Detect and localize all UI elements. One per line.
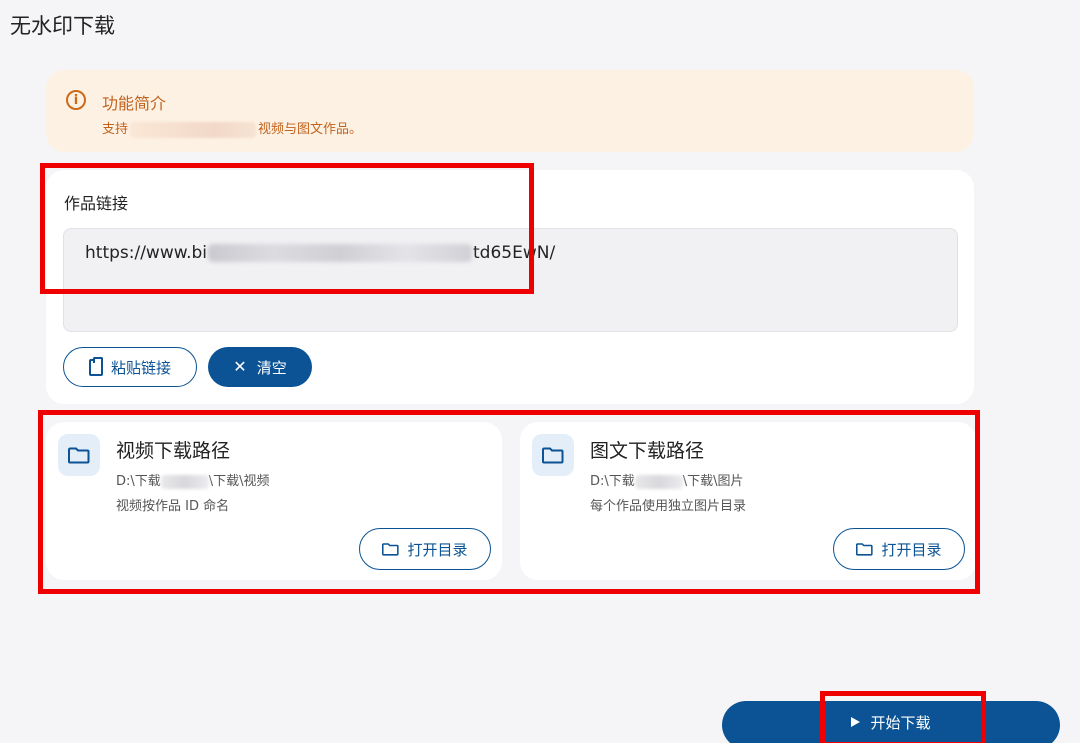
feature-notice: i 功能简介 支持 视频与图文作品。 <box>46 70 974 152</box>
blurred-region <box>160 474 209 489</box>
open-dir-label: 打开目录 <box>407 540 468 559</box>
image-path-title: 图文下载路径 <box>590 440 705 462</box>
link-input[interactable]: https://www.bi td65EwN/ <box>63 228 958 332</box>
folder-icon <box>856 543 874 556</box>
clipboard-icon <box>88 356 103 376</box>
video-path-dir: D:\下载 \下载\视频 <box>116 470 270 489</box>
video-path-note: 视频按作品 ID 命名 <box>116 499 230 514</box>
link-card: 作品链接 https://www.bi td65EwN/ 粘贴链接 ✕ 清空 <box>46 170 974 404</box>
image-path-dir: D:\下载 \下载\图片 <box>590 470 744 489</box>
open-image-dir-button[interactable]: 打开目录 <box>833 528 965 570</box>
dir-suffix: \下载\图片 <box>682 474 744 489</box>
url-prefix: https://www.bi <box>85 243 208 263</box>
start-download-button[interactable]: 开始下载 <box>722 701 1060 743</box>
clear-button[interactable]: ✕ 清空 <box>208 347 312 387</box>
open-dir-label: 打开目录 <box>881 540 942 559</box>
link-label: 作品链接 <box>64 194 129 213</box>
close-icon: ✕ <box>233 357 247 376</box>
notice-text-prefix: 支持 <box>102 122 129 137</box>
info-icon: i <box>66 90 86 110</box>
video-path-title: 视频下载路径 <box>116 440 231 462</box>
image-path-card: 图文下载路径 D:\下载 \下载\图片 每个作品使用独立图片目录 打开目录 <box>520 422 976 580</box>
paste-link-label: 粘贴链接 <box>110 358 171 377</box>
open-video-dir-button[interactable]: 打开目录 <box>359 528 491 570</box>
folder-icon <box>382 543 400 556</box>
blurred-region <box>208 244 473 262</box>
play-icon <box>851 717 861 727</box>
blurred-region <box>634 474 683 489</box>
start-download-label: 开始下载 <box>870 713 931 732</box>
blurred-region <box>130 121 257 138</box>
dir-prefix: D:\下载 <box>116 474 161 489</box>
notice-text: 支持 视频与图文作品。 <box>102 118 362 138</box>
link-input-value: https://www.bi td65EwN/ <box>85 243 555 263</box>
clear-label: 清空 <box>256 358 287 377</box>
image-path-note: 每个作品使用独立图片目录 <box>590 499 747 514</box>
notice-text-suffix: 视频与图文作品。 <box>258 122 363 137</box>
page-title: 无水印下载 <box>10 14 115 38</box>
folder-icon <box>532 434 574 476</box>
dir-suffix: \下载\视频 <box>208 474 270 489</box>
paste-link-button[interactable]: 粘贴链接 <box>63 347 197 387</box>
url-suffix: td65EwN/ <box>473 243 556 263</box>
notice-title: 功能简介 <box>102 94 167 113</box>
video-path-card: 视频下载路径 D:\下载 \下载\视频 视频按作品 ID 命名 打开目录 <box>46 422 502 580</box>
dir-prefix: D:\下载 <box>590 474 635 489</box>
folder-icon <box>58 434 100 476</box>
